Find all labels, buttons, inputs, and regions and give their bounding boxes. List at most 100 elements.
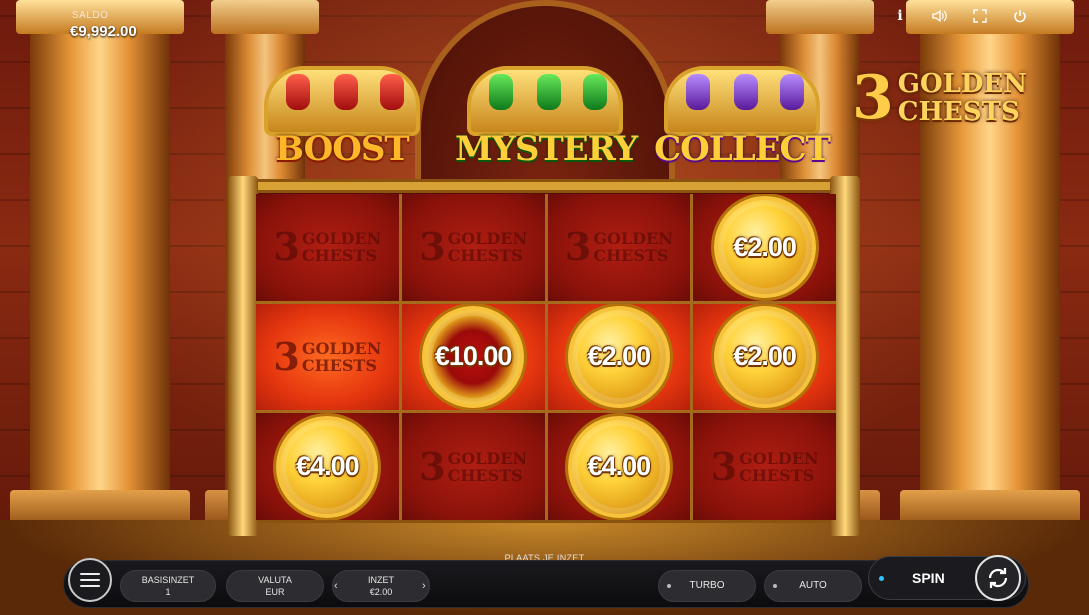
reel-cell: 3 GOLDEN CHESTS bbox=[256, 194, 399, 301]
frame-post-left bbox=[228, 176, 258, 536]
auto-label: AUTO bbox=[799, 580, 827, 591]
coin-value: €4.00 bbox=[296, 451, 360, 482]
logo-symbol-line-1: GOLDEN bbox=[301, 338, 382, 358]
logo-symbol-text: GOLDEN CHESTS bbox=[302, 340, 382, 374]
reel-cell: 3 GOLDEN CHESTS bbox=[256, 303, 399, 411]
logo-symbol-line-2: CHESTS bbox=[447, 465, 523, 485]
mystery-label: MYSTERY bbox=[455, 129, 638, 169]
fullscreen-icon[interactable] bbox=[971, 7, 989, 25]
logo-symbol-text: GOLDEN CHESTS bbox=[739, 450, 819, 484]
coin-symbol: €10.00 bbox=[422, 305, 525, 408]
bet-decrease-icon[interactable]: ‹ bbox=[334, 580, 338, 592]
boost-chest: BOOST bbox=[252, 62, 432, 172]
top-icon-bar: i bbox=[891, 7, 1029, 25]
logo-symbol: 3 GOLDEN CHESTS bbox=[565, 228, 673, 266]
power-icon[interactable] bbox=[1011, 7, 1029, 25]
info-icon[interactable]: i bbox=[891, 7, 909, 25]
coin-value: €10.00 bbox=[434, 341, 513, 372]
coin-symbol: €4.00 bbox=[276, 415, 379, 518]
bet-selector[interactable]: INZET €2.00 bbox=[332, 570, 430, 602]
menu-button[interactable] bbox=[68, 558, 112, 602]
logo-line-2: CHESTS bbox=[897, 97, 1020, 127]
spin-indicator bbox=[879, 576, 884, 581]
logo-text: GOLDEN CHESTS bbox=[898, 70, 1027, 126]
auto-indicator bbox=[773, 584, 777, 588]
logo-symbol-line-1: GOLDEN bbox=[739, 448, 819, 468]
coin-symbol: €4.00 bbox=[567, 415, 670, 518]
base-bet-label: BASISINZET bbox=[141, 575, 195, 585]
logo-symbol-text: GOLDEN CHESTS bbox=[302, 230, 382, 264]
menu-icon-bar bbox=[80, 579, 100, 581]
reel-cell: €4.00 bbox=[256, 413, 399, 520]
logo-symbol-number: 3 bbox=[710, 443, 738, 489]
reel-cell: 3 GOLDEN CHESTS bbox=[547, 194, 691, 301]
left-pillar bbox=[10, 0, 190, 530]
logo-symbol: 3 GOLDEN CHESTS bbox=[710, 443, 819, 489]
logo-symbol-line-1: GOLDEN bbox=[593, 229, 673, 249]
logo-symbol-text: GOLDEN CHESTS bbox=[593, 230, 673, 264]
logo-symbol-line-1: GOLDEN bbox=[447, 448, 528, 468]
sound-icon[interactable] bbox=[931, 7, 949, 25]
menu-icon-bar bbox=[80, 573, 100, 575]
collect-label: COLLECT bbox=[654, 129, 831, 169]
currency-selector[interactable]: VALUTA EUR bbox=[226, 570, 324, 602]
reel-cell: 3 GOLDEN CHESTS bbox=[401, 194, 545, 301]
base-bet-value: 1 bbox=[165, 587, 171, 597]
menu-icon-bar bbox=[80, 585, 100, 587]
coin-value: €4.00 bbox=[587, 451, 652, 482]
reel-cell: €4.00 bbox=[547, 413, 691, 520]
logo-symbol-number: 3 bbox=[419, 443, 446, 489]
reel-cell: €2.00 bbox=[693, 303, 836, 411]
reel-cell: €2.00 bbox=[693, 194, 836, 301]
reel-cell: €2.00 bbox=[547, 303, 691, 411]
logo-symbol-number: 3 bbox=[273, 333, 300, 379]
logo-symbol-line-2: CHESTS bbox=[739, 465, 815, 485]
logo-symbol-line-2: CHESTS bbox=[301, 246, 377, 266]
turbo-button[interactable]: TURBO bbox=[658, 570, 756, 602]
logo-symbol-line-2: CHESTS bbox=[593, 246, 669, 266]
bet-increase-icon[interactable]: › bbox=[422, 580, 426, 592]
logo-number: 3 bbox=[852, 63, 894, 133]
coin-symbol: €2.00 bbox=[713, 196, 816, 299]
coin-symbol: €2.00 bbox=[713, 305, 816, 408]
logo-symbol-line-2: CHESTS bbox=[447, 246, 523, 266]
logo-symbol: 3 GOLDEN CHESTS bbox=[419, 228, 527, 266]
bet-value: €2.00 bbox=[369, 587, 393, 597]
reel-grid: 3 GOLDEN CHESTS 3 GOLDEN CHESTS 3 GOLDEN CHESTS €… bbox=[256, 194, 836, 520]
logo-symbol-text: GOLDEN CHESTS bbox=[448, 450, 528, 484]
base-bet-selector[interactable]: BASISINZET 1 bbox=[120, 570, 216, 602]
game-logo: 3 GOLDEN CHESTS bbox=[852, 62, 1027, 134]
logo-symbol: 3 GOLDEN CHESTS bbox=[419, 443, 528, 489]
logo-symbol: 3 GOLDEN CHESTS bbox=[273, 228, 381, 266]
logo-symbol-line-2: CHESTS bbox=[301, 355, 377, 375]
coin-value: €2.00 bbox=[733, 341, 797, 372]
boost-label: BOOST bbox=[275, 129, 409, 169]
logo-symbol-number: 3 bbox=[419, 224, 446, 270]
mystery-chest: MYSTERY bbox=[455, 62, 638, 172]
reel-cell: €10.00 bbox=[401, 303, 545, 411]
logo-symbol-line-1: GOLDEN bbox=[447, 229, 528, 249]
logo-symbol: 3 GOLDEN CHESTS bbox=[273, 333, 382, 379]
currency-label: VALUTA bbox=[258, 575, 292, 585]
auto-button[interactable]: AUTO bbox=[764, 570, 862, 602]
logo-symbol-line-1: GOLDEN bbox=[301, 229, 382, 249]
currency-value: EUR bbox=[265, 587, 285, 597]
coin-value: €2.00 bbox=[587, 341, 652, 372]
coin-symbol: €2.00 bbox=[567, 305, 670, 408]
turbo-label: TURBO bbox=[689, 580, 725, 591]
coin-value: €2.00 bbox=[733, 231, 797, 262]
spin-label[interactable]: SPIN bbox=[912, 570, 945, 586]
spin-button[interactable] bbox=[975, 555, 1021, 601]
spin-arrows-icon bbox=[988, 568, 1008, 588]
turbo-indicator bbox=[667, 584, 671, 588]
collect-chest: COLLECT bbox=[652, 62, 832, 172]
bet-label: INZET bbox=[368, 575, 394, 585]
balance-label: SALDO bbox=[72, 10, 109, 21]
reel-cell: 3 GOLDEN CHESTS bbox=[693, 413, 836, 520]
logo-symbol-number: 3 bbox=[273, 224, 300, 270]
logo-symbol-text: GOLDEN CHESTS bbox=[448, 230, 528, 264]
reel-cell: 3 GOLDEN CHESTS bbox=[401, 413, 545, 520]
logo-symbol-number: 3 bbox=[564, 224, 592, 270]
balance-value: €9,992.00 bbox=[70, 23, 137, 40]
logo-line-1: GOLDEN bbox=[897, 69, 1028, 99]
